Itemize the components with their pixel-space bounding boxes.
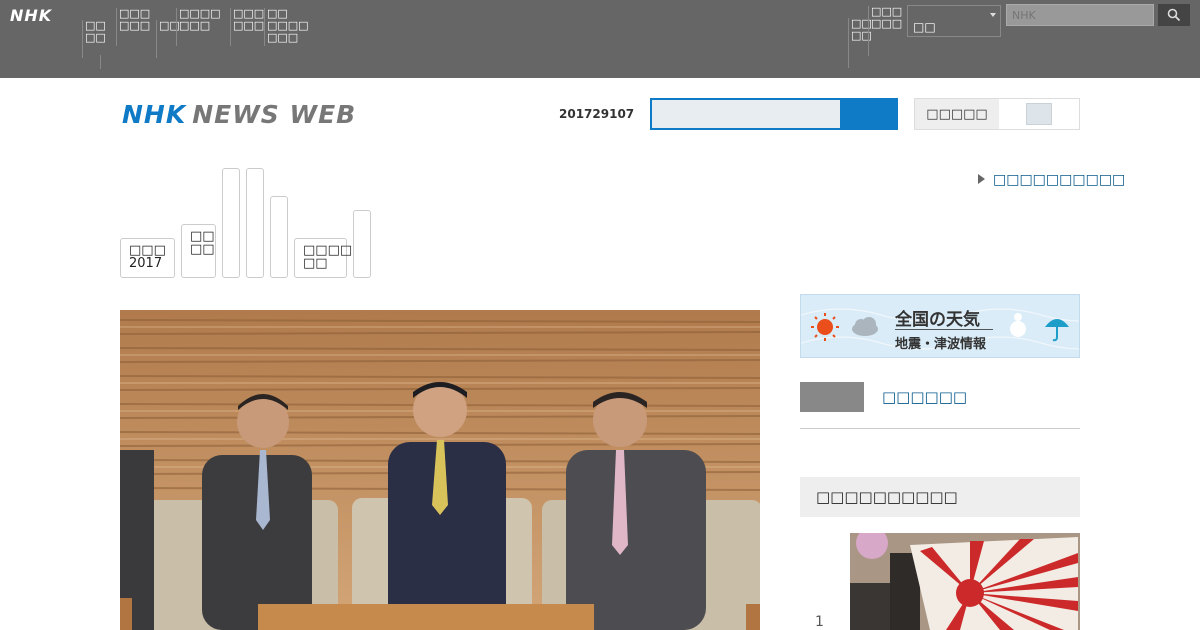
global-nav-right: □□ □□ □□□ □□□ xyxy=(848,6,906,68)
site-search-button[interactable] xyxy=(842,100,896,128)
global-nav-item[interactable]: □□ □□□□ □□□ xyxy=(264,8,316,46)
global-nav-item[interactable]: □□ □□ xyxy=(848,18,872,68)
global-nav-item[interactable]: □□□ □□□ xyxy=(868,6,906,56)
triangle-right-icon xyxy=(978,174,985,184)
search-icon xyxy=(1167,8,1181,22)
toggle-knob[interactable] xyxy=(1026,103,1052,125)
nhk-global-logo[interactable]: NHK xyxy=(10,6,52,25)
ranking-heading: □□□□□□□□□□ xyxy=(800,477,1080,517)
logo-news-web: NEWS WEB xyxy=(192,100,357,129)
category-tab[interactable] xyxy=(270,196,288,278)
top-story-photo[interactable] xyxy=(120,310,760,630)
region-select-value: □□ xyxy=(913,20,936,34)
sidebar-button[interactable] xyxy=(800,382,864,412)
umbrella-icon xyxy=(1045,319,1069,342)
site-search-input[interactable] xyxy=(652,100,840,128)
global-nav-item[interactable]: □□□ □□□ xyxy=(230,8,264,46)
display-toggle[interactable]: □□□□□ xyxy=(914,98,1080,130)
category-tab[interactable] xyxy=(353,210,371,278)
display-toggle-label: □□□□□ xyxy=(915,99,999,129)
weather-subtitle: 地震・津波情報 xyxy=(895,337,987,352)
global-nav-item[interactable]: □□ xyxy=(156,20,180,58)
chevron-down-icon xyxy=(990,13,996,17)
category-tab[interactable]: □□□ 2017 xyxy=(120,238,175,278)
global-search-input[interactable] xyxy=(1006,4,1154,26)
sun-icon xyxy=(811,313,839,341)
site-search xyxy=(650,98,898,130)
logo-nhk: NHK xyxy=(122,100,187,129)
sidebar-link[interactable]: □□□□□□ xyxy=(882,388,967,406)
category-tab[interactable]: □□ □□ xyxy=(181,224,216,278)
nhk-news-web-logo[interactable]: NHK NEWS WEB xyxy=(122,100,356,129)
global-search-button[interactable] xyxy=(1158,4,1190,26)
category-tab[interactable] xyxy=(222,168,240,278)
category-tab[interactable] xyxy=(246,168,264,278)
weather-banner[interactable]: 全国の天気 地震・津波情報 xyxy=(800,294,1080,358)
snowman-icon xyxy=(1010,313,1026,337)
divider xyxy=(100,55,101,69)
ranking-thumbnail[interactable] xyxy=(850,533,1080,630)
global-nav-item[interactable]: □□□□ □□□ xyxy=(176,8,230,46)
global-nav-item[interactable]: □□ □□ xyxy=(82,20,116,58)
related-link-label: □□□□□□□□□□ xyxy=(993,172,1126,188)
category-tab[interactable]: □□□□ □□ xyxy=(294,238,352,278)
region-select[interactable]: □□ xyxy=(907,5,1001,37)
cloud-icon xyxy=(852,317,878,336)
divider xyxy=(895,329,993,330)
weather-title: 全国の天気 xyxy=(895,310,980,330)
related-link[interactable]: □□□□□□□□□□ xyxy=(978,172,1125,188)
ranking-number: 1 xyxy=(815,614,824,630)
global-nav: □□ □□ □□□ □□□ □□ □□□□ □□□ □□□ □□□ □□ □□□… xyxy=(82,8,316,58)
global-nav-item[interactable]: □□□ □□□ xyxy=(116,8,156,46)
global-header: NHK □□ □□ □□□ □□□ □□ □□□□ □□□ □□□ □□□ □□… xyxy=(0,0,1200,78)
current-date: 201729107 xyxy=(559,107,635,121)
divider xyxy=(800,428,1080,429)
